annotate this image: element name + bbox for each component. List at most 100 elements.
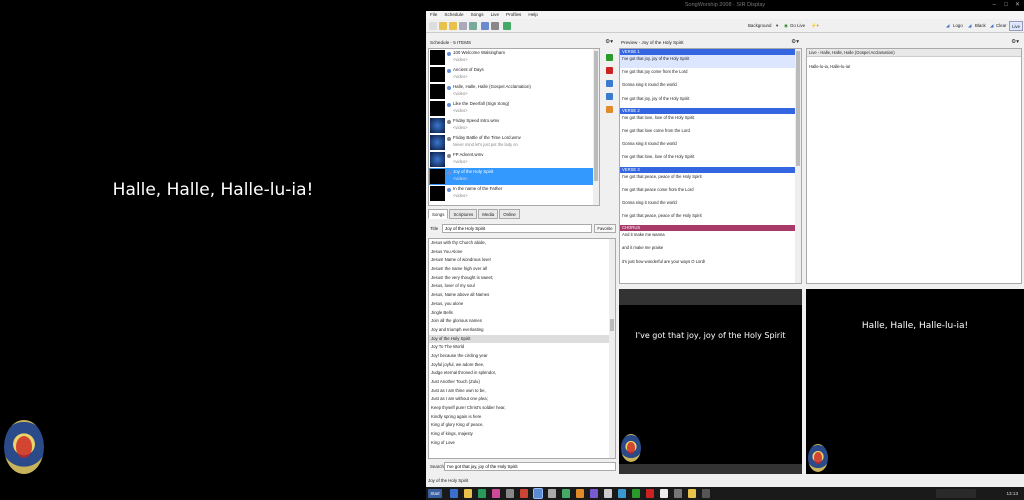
song-item[interactable]: Jesus, you alone: [429, 300, 615, 309]
preview-line[interactable]: I've got that peace come from the Lord: [620, 186, 801, 199]
live-line[interactable]: Halle-lu-ia, Halle-lu-ia!: [807, 57, 1021, 69]
golive-icon[interactable]: ◉: [784, 22, 788, 30]
move-up-icon[interactable]: [606, 80, 613, 87]
print-icon[interactable]: [481, 22, 489, 30]
menu-songs[interactable]: Songs: [471, 11, 484, 19]
tab-scriptures[interactable]: Scriptures: [449, 209, 478, 219]
taskbar-app-icon[interactable]: [562, 489, 570, 498]
scrollbar-thumb[interactable]: [610, 319, 614, 331]
taskbar-app-icon[interactable]: [674, 489, 682, 498]
save-icon[interactable]: [459, 22, 467, 30]
preview-line[interactable]: I've got that love, love of the Holy Spi…: [620, 153, 801, 166]
preview-line[interactable]: I've got that peace, peace of the Holy S…: [620, 212, 801, 225]
settings-icon[interactable]: [491, 22, 499, 30]
preview-lyrics[interactable]: VERSE 1 I've got that joy, joy of the Hol…: [619, 48, 802, 284]
song-item[interactable]: Joyful joyful, we adore thee,: [429, 361, 615, 370]
menu-file[interactable]: File: [430, 11, 437, 19]
live-lyrics[interactable]: Live - Halle, Halle, Halle (Gospel Accla…: [806, 48, 1022, 284]
menu-schedule[interactable]: Schedule: [444, 11, 463, 19]
refresh-icon[interactable]: [503, 22, 511, 30]
song-item[interactable]: Joy! because the circling year: [429, 352, 615, 361]
preview-line[interactable]: Gonna sing it round the world: [620, 199, 801, 212]
remove-icon[interactable]: [606, 67, 613, 74]
songlist-scrollbar[interactable]: [609, 239, 615, 458]
taskbar-app-icon[interactable]: [702, 489, 710, 498]
preview-line[interactable]: I've got that joy, joy of the Holy Spiri…: [620, 95, 801, 108]
scrollbar-thumb[interactable]: [594, 51, 598, 181]
song-item[interactable]: Jesus, Name above all Names: [429, 291, 615, 300]
tab-online[interactable]: Online: [499, 209, 520, 219]
schedule-item[interactable]: FP Advent.wmv <video>: [429, 151, 599, 168]
song-item[interactable]: King of kings, majesty: [429, 430, 615, 439]
start-button[interactable]: Start: [428, 489, 442, 498]
add-icon[interactable]: [606, 54, 613, 61]
song-item[interactable]: King of Love: [429, 439, 615, 448]
song-item[interactable]: King of glory King of peace,: [429, 421, 615, 430]
schedule-item[interactable]: Friday Battle of the Time Lord.wmv Never …: [429, 134, 599, 151]
song-item[interactable]: Jesus! the very thought is sweet;: [429, 274, 615, 283]
taskbar-app-icon[interactable]: [548, 489, 556, 498]
open-icon[interactable]: [439, 22, 447, 30]
preview-line[interactable]: I've got that joy come from the Lord: [620, 68, 801, 81]
preview-line[interactable]: I've got that love come from the Lord: [620, 127, 801, 140]
taskbar-app-icon[interactable]: [688, 489, 696, 498]
menu-profiles[interactable]: Profiles: [506, 11, 521, 19]
song-item[interactable]: Joy and triumph everlasting: [429, 326, 615, 335]
schedule-item[interactable]: Ancient of Days <video>: [429, 66, 599, 83]
preview-line[interactable]: Gonna sing it round the world: [620, 81, 801, 94]
title-input[interactable]: [442, 224, 592, 233]
transition-icon[interactable]: ⚡▾: [811, 22, 819, 30]
song-item[interactable]: Just as I am thine own to be,: [429, 387, 615, 396]
song-item[interactable]: Jingle Bells: [429, 309, 615, 318]
song-item[interactable]: Just Another Touch (Zulu): [429, 378, 615, 387]
chevron-down-icon[interactable]: ▾: [776, 22, 778, 30]
song-item[interactable]: Join all the glorious names: [429, 317, 615, 326]
taskbar-app-icon[interactable]: [576, 489, 584, 498]
tab-media[interactable]: Media: [478, 209, 499, 219]
taskbar-app-icon[interactable]: [506, 489, 514, 498]
gear-icon[interactable]: ⚙▾: [791, 38, 799, 47]
preview-line[interactable]: Gonna sing it round the world: [620, 140, 801, 153]
new-icon[interactable]: [429, 22, 437, 30]
preview-scrollbar[interactable]: [795, 49, 801, 283]
search-input[interactable]: [444, 462, 616, 471]
system-tray[interactable]: [936, 489, 976, 498]
favorite-button[interactable]: Favorite: [594, 224, 616, 233]
taskbar-app-icon[interactable]: [604, 489, 612, 498]
taskbar-app-icon[interactable]: [450, 489, 458, 498]
song-item[interactable]: Judge eternal throned in splendor,: [429, 369, 615, 378]
live-button[interactable]: Live: [1009, 21, 1024, 31]
song-item[interactable]: Keep thyself pure! Christ's soldier hear…: [429, 404, 615, 413]
preview-line[interactable]: it's just how wonderful are your ways O …: [620, 258, 801, 271]
scrollbar-thumb[interactable]: [796, 51, 800, 166]
menu-live[interactable]: Live: [491, 11, 499, 19]
clear-button[interactable]: Clear: [996, 22, 1007, 30]
preview-line[interactable]: and it make me praise: [620, 244, 801, 257]
edit-icon[interactable]: [469, 22, 477, 30]
black-button[interactable]: Black: [975, 22, 986, 30]
tab-songs[interactable]: Songs: [428, 209, 449, 219]
taskbar-app-icon[interactable]: [464, 489, 472, 498]
taskbar-app-icon[interactable]: [632, 489, 640, 498]
song-item[interactable]: Jesus! Name of wondrous love!: [429, 256, 615, 265]
taskbar-app-icon[interactable]: [646, 489, 654, 498]
taskbar-app-icon[interactable]: [520, 489, 528, 498]
schedule-item[interactable]: 100 Welcome Walsingham <video>: [429, 49, 599, 66]
preview-line[interactable]: And it make me wanna: [620, 231, 801, 244]
song-item[interactable]: Kindly spring again is here: [429, 413, 615, 422]
song-item[interactable]: Jesus! the name high over all: [429, 265, 615, 274]
song-item[interactable]: Just as I am without one plea;: [429, 395, 615, 404]
taskbar-app-icon-active[interactable]: [533, 488, 543, 499]
menu-help[interactable]: Help: [528, 11, 537, 19]
maximize-icon[interactable]: □: [1004, 0, 1008, 11]
schedule-list[interactable]: 100 Welcome Walsingham <video> Ancient of…: [428, 48, 600, 206]
taskbar-app-icon[interactable]: [492, 489, 500, 498]
schedule-item[interactable]: Friday Speed Intro.wmv <video>: [429, 117, 599, 134]
taskbar-app-icon[interactable]: [618, 489, 626, 498]
gear-icon[interactable]: ⚙▾: [1011, 38, 1019, 47]
gear-icon[interactable]: ⚙▾: [605, 38, 613, 47]
taskbar-app-icon[interactable]: [590, 489, 598, 498]
logo-button[interactable]: Logo: [953, 22, 963, 30]
song-item[interactable]: Jesus You Alone: [429, 248, 615, 257]
schedule-scrollbar[interactable]: [593, 49, 599, 205]
